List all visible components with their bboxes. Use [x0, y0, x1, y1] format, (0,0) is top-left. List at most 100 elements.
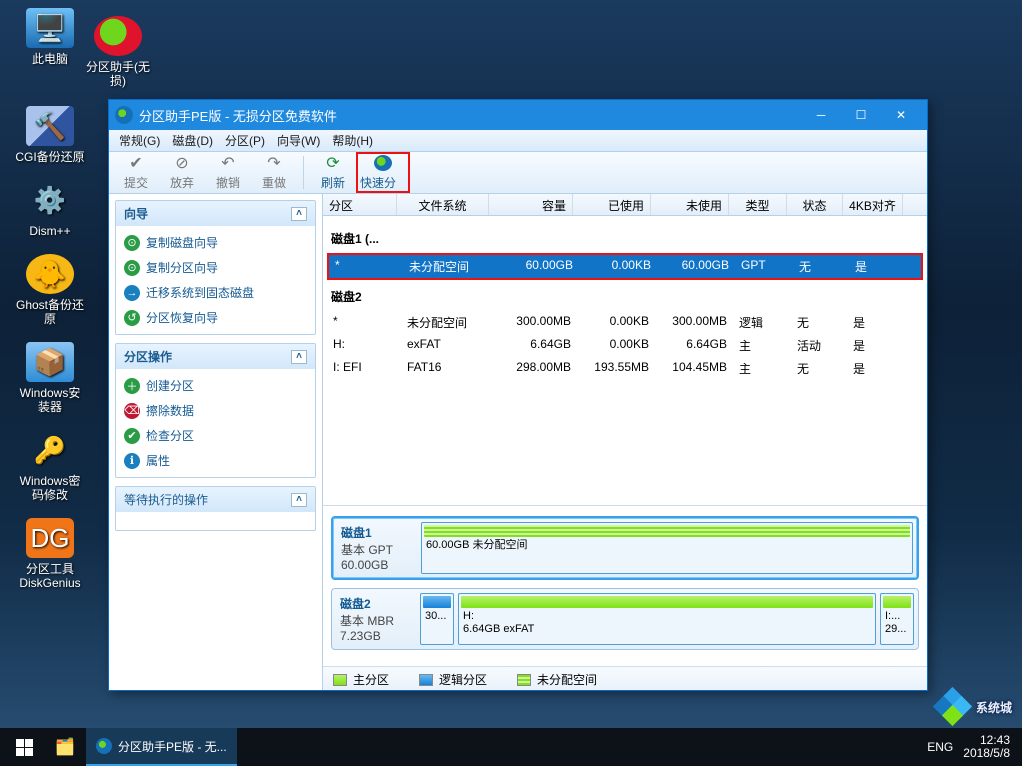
- disk1-seg-unalloc[interactable]: 60.00GB 未分配空间: [421, 522, 913, 574]
- legend-unalloc-swatch: [517, 674, 531, 686]
- panel-pending: 等待执行的操作 ˄: [115, 486, 316, 531]
- tb-commit[interactable]: ✔提交: [113, 152, 159, 193]
- diamond-icon: [936, 690, 970, 724]
- col-free[interactable]: 未使用: [651, 194, 729, 215]
- disk1-block[interactable]: 磁盘1 基本 GPT 60.00GB 60.00GB 未分配空间: [331, 516, 919, 580]
- col-capacity[interactable]: 容量: [489, 194, 573, 215]
- app-icon: [96, 738, 112, 754]
- tray-clock[interactable]: 12:43 2018/5/8: [963, 734, 1010, 760]
- menu-help[interactable]: 帮助(H): [326, 130, 379, 151]
- desktop-icon-cgi[interactable]: 🔨CGI备份还原: [14, 106, 86, 164]
- desktop-icon-diskgenius[interactable]: DG分区工具DiskGenius: [14, 518, 86, 590]
- close-button[interactable]: ✕: [881, 101, 921, 129]
- legend-unalloc: 未分配空间: [537, 671, 597, 688]
- disk2-row-1[interactable]: *未分配空间300.00MB0.00KB300.00MB逻辑无是: [327, 311, 923, 334]
- disk2-seg2[interactable]: H: 6.64GB exFAT: [458, 593, 876, 645]
- col-4kalign[interactable]: 4KB对齐: [843, 194, 903, 215]
- col-status[interactable]: 状态: [787, 194, 843, 215]
- disk2-label[interactable]: 磁盘2: [327, 280, 923, 311]
- menu-disk[interactable]: 磁盘(D): [166, 130, 219, 151]
- collapse-button[interactable]: ˄: [291, 493, 307, 507]
- col-filesystem[interactable]: 文件系统: [397, 194, 489, 215]
- recover-icon: ↺: [124, 310, 140, 326]
- wiz-recover[interactable]: ↺分区恢复向导: [118, 305, 313, 330]
- tray: ENG 12:43 2018/5/8: [927, 734, 1018, 760]
- part-copy-icon: ⊙: [124, 260, 140, 276]
- col-used[interactable]: 已使用: [573, 194, 651, 215]
- windows-logo-icon: [16, 739, 33, 756]
- op-check[interactable]: ✔检查分区: [118, 423, 313, 448]
- tray-lang[interactable]: ENG: [927, 740, 953, 754]
- disk2-name: 磁盘2: [340, 595, 412, 612]
- app-icon: [115, 106, 133, 124]
- menu-general[interactable]: 常规(G): [113, 130, 166, 151]
- desktop-icon-winpwd[interactable]: 🔑Windows密码修改: [14, 430, 86, 502]
- tb-discard[interactable]: ⊘放弃: [159, 152, 205, 193]
- start-button[interactable]: [4, 728, 44, 766]
- grid-header: 分区 文件系统 容量 已使用 未使用 类型 状态 4KB对齐: [323, 194, 927, 216]
- collapse-button[interactable]: ˄: [291, 350, 307, 364]
- desktop-icon-computer[interactable]: 🖥️此电脑: [14, 8, 86, 66]
- menu-wizard[interactable]: 向导(W): [271, 130, 326, 151]
- undo-icon: ↶: [218, 154, 238, 172]
- minimize-button[interactable]: ─: [801, 101, 841, 129]
- highlight-red-box: 快速分区: [356, 152, 410, 193]
- desktop: 🖥️此电脑 分区助手(无损) 🔨CGI备份还原 ⚙️Dism++ 🐥Ghost备…: [0, 0, 100, 606]
- disk1-label[interactable]: 磁盘1 (...: [327, 222, 923, 253]
- wiz-migrate[interactable]: →迁移系统到固态磁盘: [118, 280, 313, 305]
- panel-wizard: 向导 ˄ ⊙复制磁盘向导 ⊙复制分区向导 →迁移系统到固态磁盘 ↺分区恢复向导: [115, 200, 316, 335]
- panel-partops-title: 分区操作: [124, 348, 172, 365]
- disk-bars: 磁盘1 基本 GPT 60.00GB 60.00GB 未分配空间 磁盘2: [323, 505, 927, 666]
- taskbar-app-button[interactable]: 分区助手PE版 - 无...: [86, 728, 237, 766]
- left-pane: 向导 ˄ ⊙复制磁盘向导 ⊙复制分区向导 →迁移系统到固态磁盘 ↺分区恢复向导 分…: [109, 194, 323, 690]
- desktop-icon-ghost[interactable]: 🐥Ghost备份还原: [14, 254, 86, 326]
- highlight-red-row: * 未分配空间 60.00GB 0.00KB 60.00GB GPT 无 是: [327, 253, 923, 280]
- disk2-row-3[interactable]: I: EFIFAT16298.00MB193.55MB104.45MB主无是: [327, 357, 923, 380]
- titlebar: 分区助手PE版 - 无损分区免费软件 ─ ☐ ✕: [109, 100, 927, 130]
- wiz-copy-disk[interactable]: ⊙复制磁盘向导: [118, 230, 313, 255]
- desktop-icon-wininst[interactable]: 📦Windows安装器: [14, 342, 86, 414]
- window-title: 分区助手PE版 - 无损分区免费软件: [139, 106, 801, 125]
- check-icon: ✔: [124, 428, 140, 444]
- disk2-block[interactable]: 磁盘2 基本 MBR 7.23GB 30... H: 6.64GB exFAT: [331, 588, 919, 650]
- disk-copy-icon: ⊙: [124, 235, 140, 251]
- tb-undo[interactable]: ↶撤销: [205, 152, 251, 193]
- props-icon: ℹ: [124, 453, 140, 469]
- legend-logical: 逻辑分区: [439, 671, 487, 688]
- discard-icon: ⊘: [172, 154, 192, 172]
- right-pane: 分区 文件系统 容量 已使用 未使用 类型 状态 4KB对齐 磁盘1 (... …: [323, 194, 927, 690]
- legend-logical-swatch: [419, 674, 433, 686]
- menu-partition[interactable]: 分区(P): [219, 130, 271, 151]
- panel-pending-title: 等待执行的操作: [124, 491, 208, 508]
- col-type[interactable]: 类型: [729, 194, 787, 215]
- wipe-icon: ⌫: [124, 403, 140, 419]
- migrate-icon: →: [124, 285, 140, 301]
- maximize-button[interactable]: ☐: [841, 101, 881, 129]
- watermark: 系统城: [936, 690, 1012, 724]
- col-partition[interactable]: 分区: [323, 194, 397, 215]
- op-wipe[interactable]: ⌫擦除数据: [118, 398, 313, 423]
- op-props[interactable]: ℹ属性: [118, 448, 313, 473]
- disk2-seg3[interactable]: I:... 29...: [880, 593, 914, 645]
- desktop-icon-dism[interactable]: ⚙️Dism++: [14, 180, 86, 238]
- disk1-row-unalloc[interactable]: * 未分配空间 60.00GB 0.00KB 60.00GB GPT 无 是: [329, 255, 921, 278]
- refresh-icon: ⟳: [323, 154, 343, 172]
- desktop-icon-partition-assist[interactable]: 分区助手(无损): [82, 16, 154, 88]
- quick-icon: [373, 154, 393, 172]
- grid-body: 磁盘1 (... * 未分配空间 60.00GB 0.00KB 60.00GB …: [323, 216, 927, 505]
- collapse-button[interactable]: ˄: [291, 207, 307, 221]
- taskbar-explorer-icon[interactable]: 🗂️: [44, 728, 86, 766]
- disk2-seg1[interactable]: 30...: [420, 593, 454, 645]
- tb-refresh[interactable]: ⟳刷新: [310, 152, 356, 193]
- tb-redo[interactable]: ↷重做: [251, 152, 297, 193]
- toolbar-separator: [303, 156, 304, 189]
- app-window: 分区助手PE版 - 无损分区免费软件 ─ ☐ ✕ 常规(G) 磁盘(D) 分区(…: [108, 99, 928, 691]
- panel-wizard-title: 向导: [124, 205, 148, 222]
- toolbar: ✔提交 ⊘放弃 ↶撤销 ↷重做 ⟳刷新 快速分区: [109, 152, 927, 194]
- disk2-row-2[interactable]: H:exFAT6.64GB0.00KB6.64GB主活动是: [327, 334, 923, 357]
- wiz-copy-part[interactable]: ⊙复制分区向导: [118, 255, 313, 280]
- op-create[interactable]: ＋创建分区: [118, 373, 313, 398]
- menubar: 常规(G) 磁盘(D) 分区(P) 向导(W) 帮助(H): [109, 130, 927, 152]
- check-icon: ✔: [126, 154, 146, 172]
- legend-primary-swatch: [333, 674, 347, 686]
